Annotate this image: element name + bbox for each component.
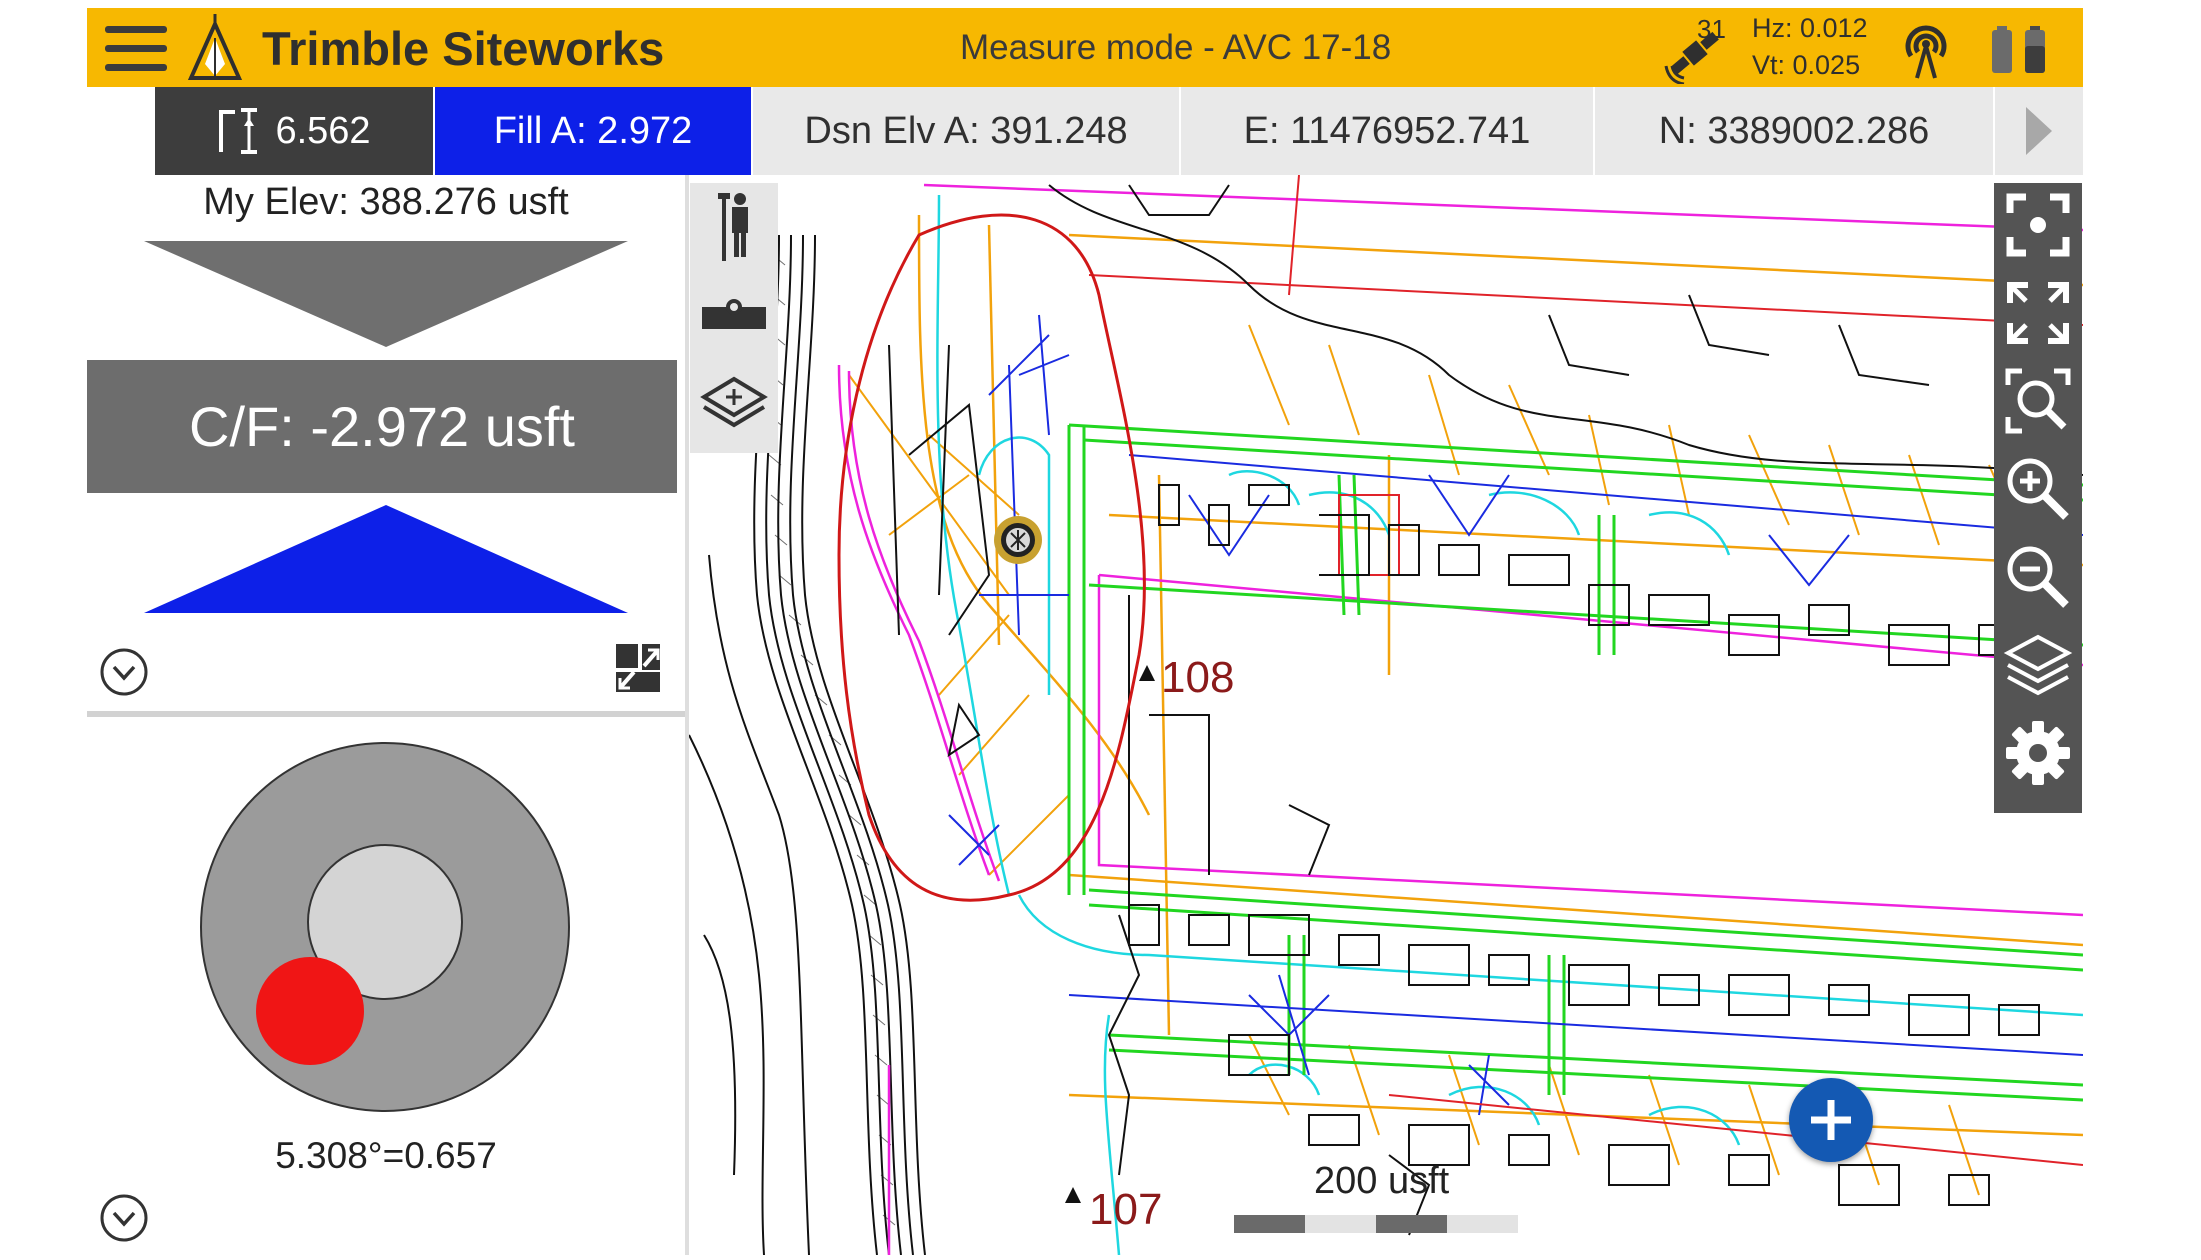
settings-gear-icon[interactable]	[2000, 715, 2076, 791]
chevron-down-icon[interactable]	[99, 1193, 149, 1243]
satellite-count: 31	[1697, 14, 1726, 44]
trimble-logo-icon	[187, 14, 243, 80]
scale-label: 200 usft	[1314, 1160, 1450, 1202]
zoom-extents-icon[interactable]	[2000, 275, 2076, 351]
easting-cell[interactable]: E: 11476952.741	[1181, 87, 1595, 175]
guidance-panel: My Elev: 388.276 usft C/F: -2.972 usft 5…	[87, 175, 685, 1255]
app-title: Trimble Siteworks	[262, 22, 665, 75]
fill-arrow-icon	[144, 505, 628, 613]
hamburger-menu-button[interactable]	[105, 26, 167, 72]
map-right-toolbar	[1994, 183, 2082, 813]
center-on-position-icon[interactable]	[2000, 187, 2076, 263]
point-label-108: 108	[1161, 653, 1235, 702]
hz-precision: Hz: 0.012	[1752, 13, 1868, 43]
cut-fill-value: C/F: -2.972 usft	[87, 360, 677, 493]
zoom-out-icon[interactable]	[2000, 539, 2076, 615]
info-strip: 6.562 Fill A: 2.972 Dsn Elv A: 391.248 E…	[155, 87, 2083, 175]
northing-cell[interactable]: N: 3389002.286	[1595, 87, 1995, 175]
add-button[interactable]	[1789, 1078, 1873, 1162]
scale-bar	[1234, 1215, 1518, 1233]
zoom-window-icon[interactable]	[2000, 363, 2076, 439]
map-view[interactable]: 108 107 200 usft	[689, 175, 2083, 1255]
rod-height-icon	[219, 108, 258, 154]
map-left-toolbar	[690, 183, 778, 453]
vt-precision: Vt: 0.025	[1752, 50, 1861, 80]
panel-divider	[87, 711, 685, 717]
level-tool-icon[interactable]	[696, 277, 772, 353]
antenna-height-value: 6.562	[275, 109, 371, 152]
tilt-bubble-level	[200, 742, 570, 1112]
point-label-107: 107	[1089, 1185, 1163, 1234]
my-elevation-label: My Elev: 388.276 usft	[203, 181, 569, 223]
layers-icon[interactable]	[2000, 627, 2076, 703]
battery-icon	[2025, 26, 2045, 73]
radio-signal-icon[interactable]	[1897, 20, 1955, 80]
cut-arrow-icon	[144, 241, 628, 347]
plus-icon	[1811, 1100, 1851, 1140]
cad-linework	[689, 175, 2083, 1255]
rover-icon[interactable]	[696, 189, 772, 265]
zoom-in-icon[interactable]	[2000, 451, 2076, 527]
layers-add-icon[interactable]	[696, 365, 772, 441]
antenna-height-cell[interactable]: 6.562	[155, 87, 435, 175]
next-page-button[interactable]	[1995, 87, 2083, 175]
measure-mode-label[interactable]: Measure mode - AVC 17-18	[960, 28, 1391, 68]
battery-icon	[1992, 26, 2012, 73]
tilt-readout: 5.308°=0.657	[275, 1135, 497, 1176]
design-elevation-cell[interactable]: Dsn Elv A: 391.248	[753, 87, 1181, 175]
fill-cell[interactable]: Fill A: 2.972	[435, 87, 753, 175]
expand-panel-icon[interactable]	[614, 642, 662, 694]
chevron-down-icon[interactable]	[99, 647, 149, 697]
app-header: Trimble Siteworks Measure mode - AVC 17-…	[87, 8, 2083, 87]
chevron-right-icon	[2026, 107, 2052, 155]
